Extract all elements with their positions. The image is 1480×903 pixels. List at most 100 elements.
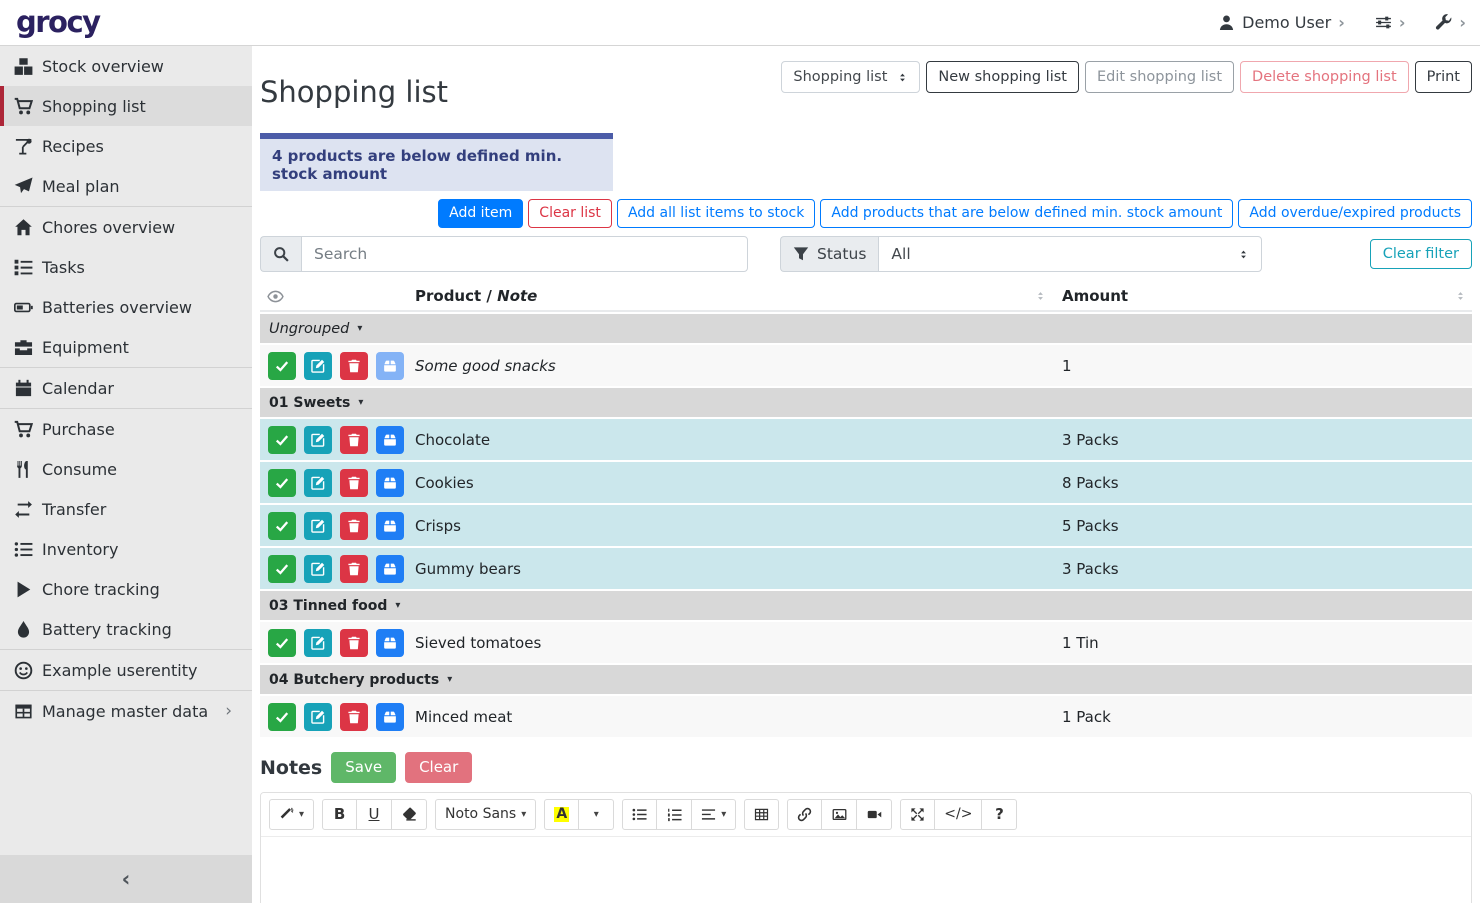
paragraph-align-button[interactable]: ▾ (692, 799, 736, 830)
mark-done-button[interactable] (268, 629, 296, 657)
sidebar-item-purchase[interactable]: Purchase (0, 409, 252, 449)
delete-item-button[interactable] (340, 426, 368, 454)
add-to-stock-button[interactable] (376, 426, 404, 454)
add-overdue-button[interactable]: Add overdue/expired products (1238, 199, 1472, 229)
notes-save-button[interactable]: Save (331, 752, 396, 783)
edit-shopping-list-button[interactable]: Edit shopping list (1085, 61, 1234, 93)
group-header-tinned-food[interactable]: 03 Tinned food ▾ (260, 591, 1472, 620)
code-view-button[interactable]: </> (935, 799, 982, 830)
mark-done-button[interactable] (268, 512, 296, 540)
add-to-stock-button[interactable] (376, 469, 404, 497)
mark-done-button[interactable] (268, 469, 296, 497)
caret-down-icon: ▾ (721, 809, 726, 820)
sidebar-item-tasks[interactable]: Tasks (0, 247, 252, 287)
delete-item-button[interactable] (340, 512, 368, 540)
delete-item-button[interactable] (340, 629, 368, 657)
style-magic-button[interactable]: ▾ (269, 799, 314, 830)
edit-item-button[interactable] (304, 426, 332, 454)
notes-clear-button[interactable]: Clear (405, 752, 472, 783)
font-color-button[interactable]: A (544, 799, 579, 830)
edit-item-button[interactable] (304, 352, 332, 380)
add-below-min-button[interactable]: Add products that are below defined min.… (820, 199, 1233, 229)
sidebar-item-equipment[interactable]: Equipment (0, 327, 252, 367)
status-filter-label: Status (817, 245, 866, 263)
insert-link-button[interactable] (787, 799, 822, 830)
new-shopping-list-button[interactable]: New shopping list (926, 61, 1079, 93)
sidebar-item-stock-overview[interactable]: Stock overview (0, 46, 252, 86)
print-button[interactable]: Print (1415, 61, 1472, 93)
fullscreen-button[interactable] (900, 799, 935, 830)
insert-video-button[interactable] (857, 799, 892, 830)
admin-menu[interactable]: › (1435, 14, 1466, 31)
delete-item-button[interactable] (340, 469, 368, 497)
sidebar-item-label: Equipment (42, 338, 129, 357)
notes-edit-area[interactable] (261, 837, 1471, 903)
delete-item-button[interactable] (340, 555, 368, 583)
mark-done-button[interactable] (268, 426, 296, 454)
clear-formatting-button[interactable] (392, 799, 427, 830)
group-header-sweets[interactable]: 01 Sweets ▾ (260, 388, 1472, 417)
help-button[interactable]: ? (982, 799, 1017, 830)
sidebar-item-consume[interactable]: Consume (0, 449, 252, 489)
add-to-stock-button[interactable] (376, 512, 404, 540)
add-to-stock-button[interactable] (376, 629, 404, 657)
search-input[interactable] (301, 236, 748, 272)
below-min-stock-alert[interactable]: 4 products are below defined min. stock … (260, 133, 613, 191)
sidebar-item-inventory[interactable]: Inventory (0, 529, 252, 569)
add-to-stock-button[interactable] (376, 352, 404, 380)
shopping-list-select[interactable]: Shopping list (781, 61, 920, 93)
delete-shopping-list-button[interactable]: Delete shopping list (1240, 61, 1409, 93)
sidebar-item-label: Inventory (42, 540, 118, 559)
bold-button[interactable]: B (322, 799, 357, 830)
edit-item-button[interactable] (304, 469, 332, 497)
column-header-amount[interactable]: Amount (1060, 287, 1472, 305)
sidebar-item-shopping-list[interactable]: Shopping list (0, 86, 252, 126)
item-amount: 1 Tin (1060, 634, 1472, 652)
item-note: Some good snacks (410, 357, 1060, 375)
user-menu[interactable]: Demo User › (1218, 13, 1345, 32)
delete-item-button[interactable] (340, 352, 368, 380)
mark-done-button[interactable] (268, 703, 296, 731)
sidebar-item-transfer[interactable]: Transfer (0, 489, 252, 529)
sidebar-item-batteries-overview[interactable]: Batteries overview (0, 287, 252, 327)
add-to-stock-button[interactable] (376, 555, 404, 583)
sidebar-item-label: Example userentity (42, 661, 198, 680)
sidebar-item-meal-plan[interactable]: Meal plan (0, 166, 252, 206)
insert-image-button[interactable] (822, 799, 857, 830)
sidebar-item-battery-tracking[interactable]: Battery tracking (0, 609, 252, 649)
delete-item-button[interactable] (340, 703, 368, 731)
table-icon (14, 702, 33, 721)
insert-table-button[interactable] (744, 799, 779, 830)
edit-item-button[interactable] (304, 703, 332, 731)
sidebar-item-manage-master-data[interactable]: Manage master data › (0, 691, 252, 731)
sidebar-collapse-button[interactable]: ‹ (0, 855, 252, 903)
group-header-ungrouped[interactable]: Ungrouped ▾ (260, 314, 1472, 343)
mark-done-button[interactable] (268, 352, 296, 380)
status-filter-select[interactable]: All (878, 236, 1262, 272)
page-title: Shopping list (260, 75, 448, 110)
clear-list-button[interactable]: Clear list (528, 199, 612, 229)
alert-text: 4 products are below defined min. stock … (260, 139, 613, 191)
sidebar-item-example-userentity[interactable]: Example userentity (0, 650, 252, 690)
ordered-list-button[interactable] (657, 799, 692, 830)
sidebar-item-calendar[interactable]: Calendar (0, 368, 252, 408)
edit-item-button[interactable] (304, 555, 332, 583)
settings-menu[interactable]: › (1375, 14, 1406, 31)
font-family-button[interactable]: Noto Sans ▾ (435, 799, 536, 830)
mark-done-button[interactable] (268, 555, 296, 583)
sidebar-item-recipes[interactable]: Recipes (0, 126, 252, 166)
add-to-stock-button[interactable] (376, 703, 404, 731)
sidebar-item-chores-overview[interactable]: Chores overview (0, 207, 252, 247)
font-color-dropdown-button[interactable]: ▾ (579, 799, 614, 830)
underline-button[interactable]: U (357, 799, 392, 830)
column-header-product-note[interactable]: Product / Note (410, 287, 1060, 305)
group-header-butchery-products[interactable]: 04 Butchery products ▾ (260, 665, 1472, 694)
add-all-to-stock-button[interactable]: Add all list items to stock (617, 199, 815, 229)
edit-item-button[interactable] (304, 512, 332, 540)
sidebar-item-chore-tracking[interactable]: Chore tracking (0, 569, 252, 609)
clear-filter-button[interactable]: Clear filter (1370, 239, 1472, 269)
eraser-icon (402, 807, 417, 822)
edit-item-button[interactable] (304, 629, 332, 657)
unordered-list-button[interactable] (622, 799, 657, 830)
add-item-button[interactable]: Add item (438, 199, 523, 229)
